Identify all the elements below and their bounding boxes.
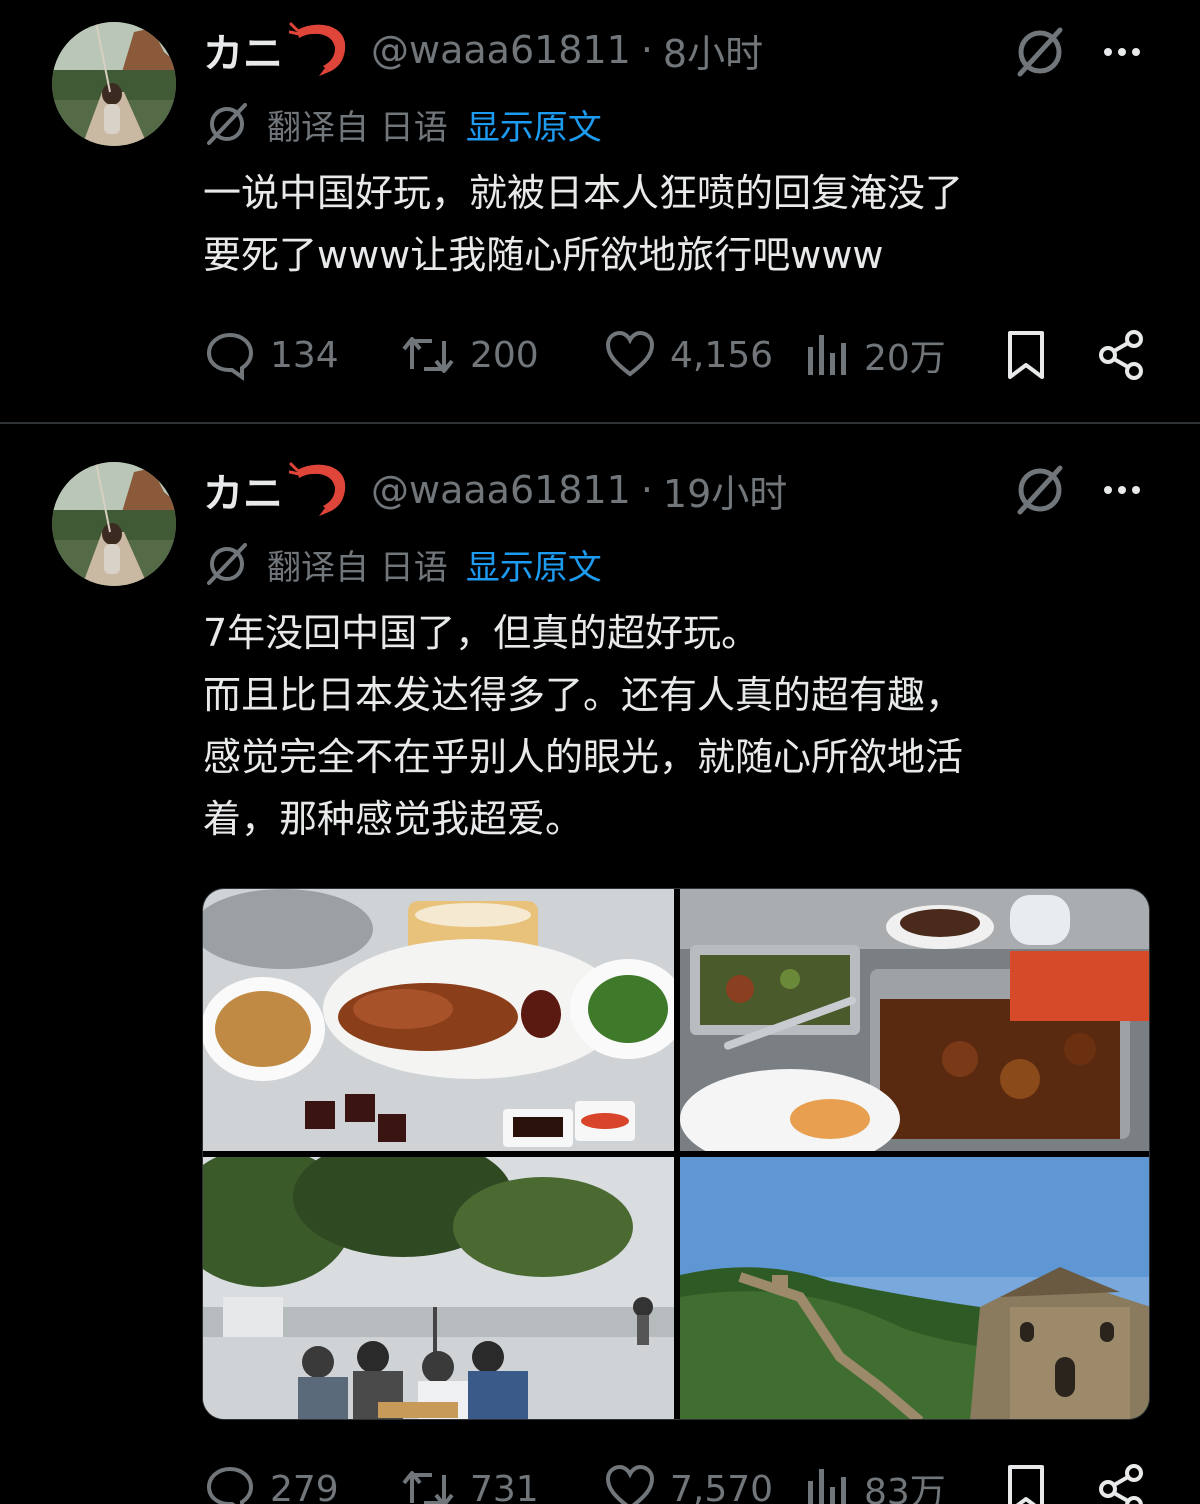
- tweet-text: 一说中国好玩，就被日本人狂喷的回复淹没了 要死了www让我随心所欲地旅行吧www: [203, 162, 1163, 286]
- timestamp[interactable]: 8小时: [663, 23, 763, 78]
- translation-notice: 翻译自 日语 显示原文: [203, 96, 602, 152]
- timestamp[interactable]: 19小时: [663, 463, 787, 518]
- tweet-text: 7年没回中国了，但真的超好玩。 而且比日本发达得多了。还有人真的超有趣， 感觉完…: [203, 602, 1163, 850]
- tweet-2[interactable]: カニ @waaa61811 · 19小时 翻译自 日语 显示原文 7年没回中国了…: [0, 428, 1200, 1504]
- views-button[interactable]: 83万: [804, 1454, 946, 1504]
- food-photo-roast-duck[interactable]: [203, 889, 674, 1151]
- tweet-text-line: 着，那种感觉我超爱。: [203, 797, 584, 841]
- separator-dot: ·: [640, 468, 653, 512]
- handle[interactable]: @waaa61811: [371, 468, 631, 512]
- repost-count: 200: [470, 334, 539, 376]
- views-count: 83万: [864, 1472, 946, 1504]
- bookmark-button[interactable]: [1004, 1454, 1048, 1504]
- grok-icon[interactable]: [1012, 462, 1068, 518]
- heart-icon: [605, 1464, 655, 1504]
- views-count: 20万: [864, 338, 946, 379]
- tweet-1[interactable]: カニ @waaa61811 · 8小时 翻译自 日语 显示原文 一说中国好玩，就…: [0, 0, 1200, 422]
- show-original-link[interactable]: 显示原文: [466, 100, 602, 149]
- handle[interactable]: @waaa61811: [371, 28, 631, 72]
- bookmark-button[interactable]: [1004, 320, 1048, 390]
- great-wall-photo[interactable]: [680, 1157, 1149, 1419]
- like-button[interactable]: 7,570: [604, 1454, 773, 1504]
- display-name[interactable]: カニ: [203, 21, 283, 79]
- tweet-text-line: 一说中国好玩，就被日本人狂喷的回复淹没了: [203, 171, 964, 215]
- repost-button[interactable]: 731: [400, 1454, 539, 1504]
- translate-icon: [207, 543, 247, 585]
- like-button[interactable]: 4,156: [604, 320, 773, 390]
- show-original-link[interactable]: 显示原文: [466, 540, 602, 589]
- translated-from-label: 翻译自 日语: [267, 107, 448, 148]
- like-count: 4,156: [670, 334, 774, 376]
- grok-icon[interactable]: [1012, 24, 1068, 80]
- reply-count: 134: [270, 334, 339, 376]
- like-count: 7,570: [670, 1468, 774, 1504]
- translation-notice: 翻译自 日语 显示原文: [203, 536, 602, 592]
- media-grid: [202, 888, 1150, 1420]
- shrimp-emoji-icon: [288, 20, 351, 80]
- street-photo-card-game[interactable]: [203, 1157, 674, 1419]
- more-icon[interactable]: [1097, 462, 1147, 518]
- bookmark-icon: [1008, 1465, 1044, 1504]
- bookmark-icon: [1008, 331, 1044, 379]
- retweet-icon: [402, 1471, 454, 1504]
- translated-from-label: 翻译自 日语: [267, 547, 448, 588]
- more-icon[interactable]: [1097, 24, 1147, 80]
- repost-button[interactable]: 200: [400, 320, 539, 390]
- tweet-divider: [0, 422, 1200, 424]
- translate-icon: [207, 103, 247, 145]
- avatar[interactable]: [52, 462, 176, 586]
- reply-button[interactable]: 279: [204, 1454, 339, 1504]
- tweet-text-line: 感觉完全不在乎别人的眼光，就随心所欲地活: [203, 735, 964, 779]
- repost-count: 731: [470, 1468, 539, 1504]
- share-button[interactable]: [1096, 1454, 1148, 1504]
- food-photo-buffet[interactable]: [680, 889, 1149, 1151]
- share-button[interactable]: [1096, 320, 1148, 390]
- shrimp-emoji-icon: [288, 460, 351, 520]
- author-row: カニ @waaa61811 · 19小时: [203, 460, 787, 520]
- tweet-text-line: 而且比日本发达得多了。还有人真的超有趣，: [203, 673, 964, 717]
- action-bar: 279 731 7,570 83万: [200, 1454, 1160, 1504]
- share-icon: [1099, 330, 1143, 380]
- retweet-icon: [402, 337, 454, 373]
- heart-icon: [605, 330, 655, 377]
- views-icon: [808, 335, 846, 375]
- avatar[interactable]: [52, 22, 176, 146]
- separator-dot: ·: [640, 28, 653, 72]
- action-bar: 134 200 4,156 20万: [200, 320, 1160, 390]
- share-icon: [1099, 1464, 1143, 1504]
- reply-icon: [206, 332, 254, 381]
- display-name[interactable]: カニ: [203, 461, 283, 519]
- tweet-text-line: 7年没回中国了，但真的超好玩。: [203, 611, 760, 655]
- views-icon: [808, 1469, 846, 1504]
- reply-button[interactable]: 134: [204, 320, 339, 390]
- author-row: カニ @waaa61811 · 8小时: [203, 20, 763, 80]
- tweet-text-line: 要死了www让我随心所欲地旅行吧www: [203, 233, 884, 277]
- reply-icon: [206, 1466, 254, 1504]
- reply-count: 279: [270, 1468, 339, 1504]
- views-button[interactable]: 20万: [804, 320, 946, 390]
